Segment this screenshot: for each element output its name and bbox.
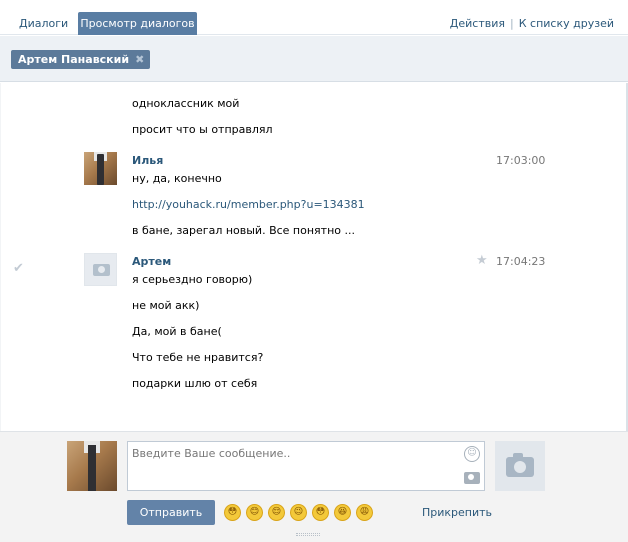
emoji-icon[interactable]: 😳 bbox=[312, 504, 329, 521]
emoji-icon[interactable]: 😳 bbox=[224, 504, 241, 521]
read-check-icon: ✔ bbox=[13, 261, 24, 276]
message-text: Что тебе не нравится? bbox=[132, 351, 264, 364]
message-author[interactable]: Артем bbox=[132, 255, 171, 268]
peer-chip[interactable]: Артем Панавский ✖ bbox=[11, 50, 151, 69]
tab-bar: Диалоги Просмотр диалогов Действия | К спи… bbox=[0, 0, 628, 35]
avatar-tie bbox=[97, 154, 104, 185]
emoji-icon[interactable]: 😊 bbox=[246, 504, 263, 521]
emoji-icon[interactable]: 😌 bbox=[268, 504, 285, 521]
message-input[interactable]: Введите Ваше сообщение.. ☺ bbox=[127, 441, 485, 491]
message-history[interactable]: одноклассник мой просит что ы отправлял … bbox=[0, 83, 628, 431]
message-text: подарки шлю от себя bbox=[132, 377, 258, 390]
link-separator: | bbox=[510, 17, 514, 30]
emoji-icon[interactable]: 😉 bbox=[290, 504, 307, 521]
top-links: Действия | К списку друзей bbox=[450, 17, 614, 30]
composer: Введите Ваше сообщение.. ☺ Отправить 😳 😊… bbox=[0, 431, 628, 542]
message-time: 17:04:23 bbox=[496, 255, 546, 268]
send-button[interactable]: Отправить bbox=[127, 500, 215, 525]
attach-link[interactable]: Прикрепить bbox=[422, 506, 492, 519]
peer-name: Артем Панавский bbox=[18, 53, 130, 66]
avatar[interactable] bbox=[84, 152, 117, 185]
friends-list-link[interactable]: К списку друзей bbox=[519, 17, 614, 30]
actions-link[interactable]: Действия bbox=[450, 17, 505, 30]
avatar-tie bbox=[88, 445, 96, 491]
camera-icon bbox=[93, 264, 110, 276]
tab-view-dialogs[interactable]: Просмотр диалогов bbox=[78, 12, 197, 35]
resize-handle[interactable] bbox=[296, 533, 320, 536]
message-text: одноклассник мой bbox=[132, 97, 240, 110]
avatar[interactable] bbox=[84, 253, 117, 286]
smile-icon[interactable]: ☺ bbox=[464, 446, 480, 462]
emoji-icon[interactable]: 😆 bbox=[334, 504, 351, 521]
my-avatar[interactable] bbox=[67, 441, 117, 491]
message-link[interactable]: http://youhack.ru/member.php?u=134381 bbox=[132, 198, 365, 211]
camera-button[interactable] bbox=[495, 441, 545, 491]
star-icon[interactable]: ★ bbox=[476, 253, 488, 268]
message-text: в бане, зарегал новый. Все понятно ... bbox=[132, 224, 355, 237]
message-text: я серьездно говорю) bbox=[132, 273, 253, 286]
tab-dialogs[interactable]: Диалоги bbox=[10, 12, 77, 35]
peer-bar: Артем Панавский ✖ bbox=[0, 36, 628, 82]
message-author[interactable]: Илья bbox=[132, 154, 163, 167]
message-text: ну, да, конечно bbox=[132, 172, 222, 185]
message-time: 17:03:00 bbox=[496, 154, 546, 167]
message-text: просит что ы отправлял bbox=[132, 123, 273, 136]
emoji-icon[interactable]: 😩 bbox=[356, 504, 373, 521]
message-text: не мой акк) bbox=[132, 299, 200, 312]
camera-icon[interactable] bbox=[464, 472, 480, 484]
message-text: Да, мой в бане( bbox=[132, 325, 222, 338]
message-placeholder: Введите Ваше сообщение.. bbox=[132, 447, 291, 460]
camera-icon bbox=[506, 453, 534, 477]
close-icon[interactable]: ✖ bbox=[135, 53, 144, 66]
